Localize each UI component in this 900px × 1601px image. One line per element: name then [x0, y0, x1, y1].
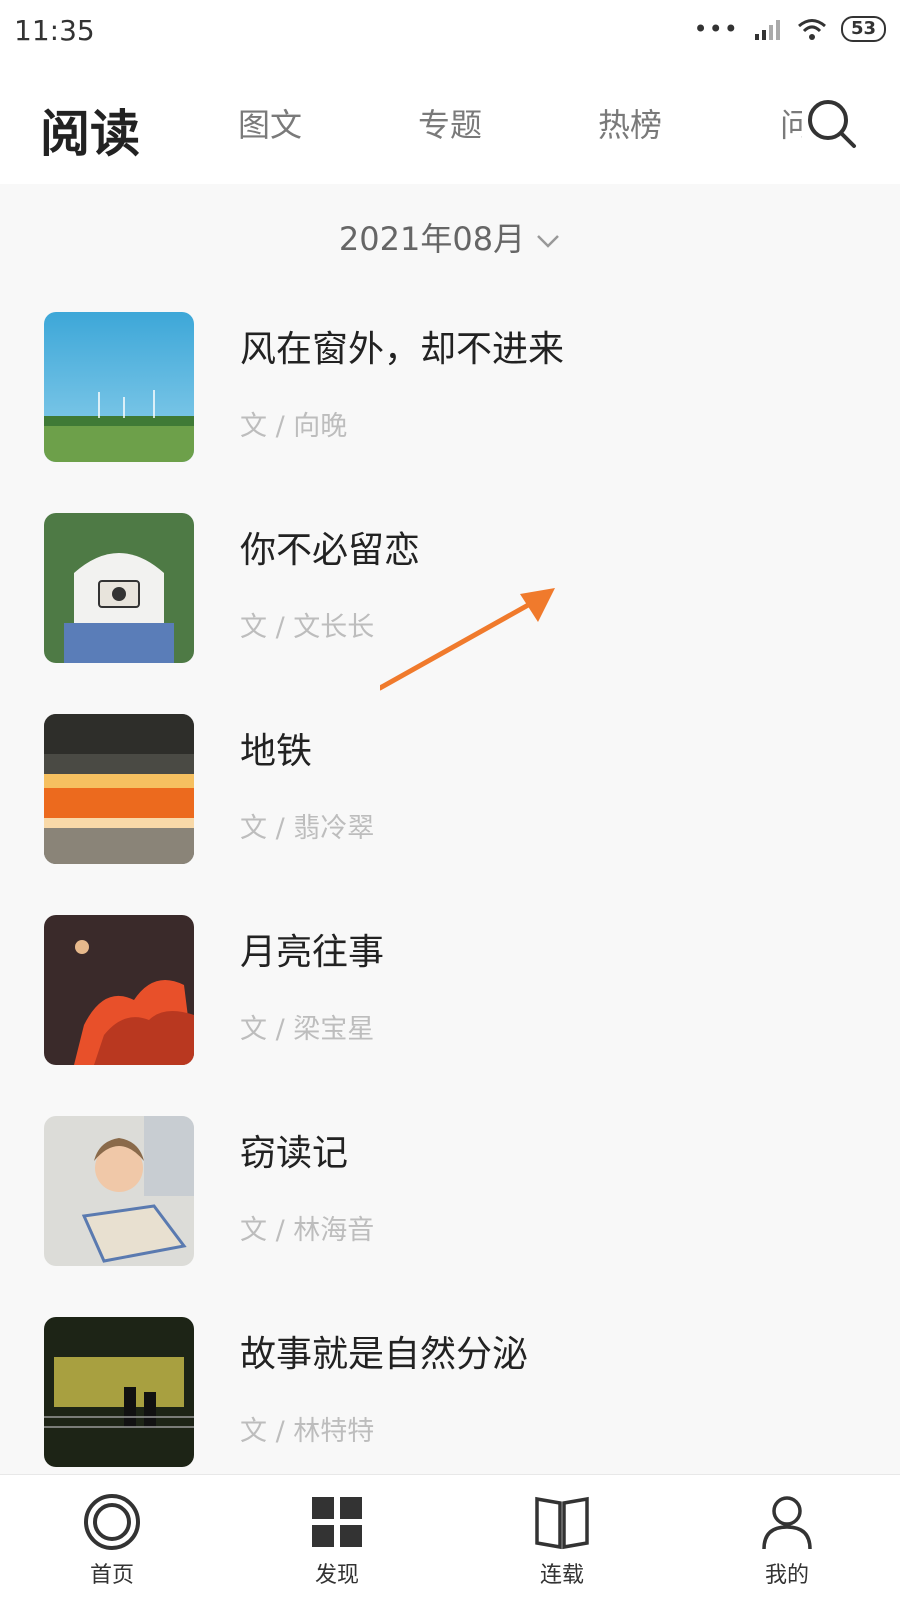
nav-series-label: 连载 [539, 1563, 584, 1588]
article-thumbnail [44, 513, 194, 663]
article-author: 文 / 向晚 [240, 411, 348, 442]
article-author: 文 / 林海音 [240, 1215, 375, 1246]
search-icon[interactable] [804, 96, 860, 152]
status-time: 11:35 [14, 14, 95, 47]
article-author: 文 / 林特特 [240, 1416, 375, 1447]
battery-indicator: 53 [840, 16, 886, 42]
book-icon [535, 1496, 589, 1550]
tab-hot[interactable]: 热榜 [598, 100, 662, 146]
tab-graphic[interactable]: 图文 [238, 100, 302, 146]
user-icon [762, 1496, 812, 1550]
nav-home[interactable]: 首页 [52, 1493, 172, 1589]
page-title: 阅读 [40, 105, 140, 163]
article-thumbnail [44, 312, 194, 462]
article-author: 文 / 翡冷翠 [240, 813, 375, 844]
article-thumbnail [44, 714, 194, 864]
article-thumbnail [44, 915, 194, 1065]
article-title: 月亮往事 [240, 932, 385, 973]
status-bar: 11:35 ••• 53 [0, 0, 900, 62]
more-dots-icon: ••• [693, 15, 739, 43]
bottom-navigation: 首页 发现 连载 我的 [0, 1474, 900, 1601]
wifi-icon [797, 19, 826, 40]
top-navigation: 阅读 图文 专题 热榜 问 [0, 62, 900, 184]
list-item[interactable]: 月亮往事 文 / 梁宝星 [0, 915, 900, 1115]
annotation-arrow-icon [380, 588, 555, 691]
nav-discover[interactable]: 发现 [277, 1493, 397, 1589]
nav-mine-label: 我的 [764, 1563, 809, 1588]
article-title: 地铁 [240, 731, 313, 772]
article-title: 窃读记 [240, 1133, 349, 1174]
article-title: 风在窗外，却不进来 [240, 329, 565, 370]
tab-topic[interactable]: 专题 [418, 100, 482, 146]
tab-qa[interactable]: 问 [780, 100, 802, 146]
signal-icon [754, 20, 780, 40]
article-author: 文 / 梁宝星 [240, 1014, 375, 1045]
nav-discover-label: 发现 [314, 1563, 359, 1588]
nav-home-label: 首页 [89, 1563, 134, 1588]
nav-series[interactable]: 连载 [502, 1493, 622, 1589]
list-item[interactable]: 地铁 文 / 翡冷翠 [0, 714, 900, 914]
article-title: 你不必留恋 [240, 530, 421, 571]
nav-mine[interactable]: 我的 [727, 1493, 847, 1589]
list-item[interactable]: 窃读记 文 / 林海音 [0, 1116, 900, 1316]
article-title: 故事就是自然分泌 [240, 1334, 529, 1375]
article-thumbnail [44, 1116, 194, 1266]
chevron-down-icon [537, 235, 559, 248]
month-label: 2021年08月 [338, 220, 526, 258]
status-icons: ••• 53 [693, 16, 886, 42]
grid-icon [312, 1497, 362, 1547]
home-ring-icon [84, 1494, 140, 1550]
article-author: 文 / 文长长 [240, 612, 375, 643]
article-thumbnail [44, 1317, 194, 1467]
month-selector[interactable]: 2021年08月 [0, 214, 900, 260]
list-item[interactable]: 风在窗外，却不进来 文 / 向晚 [0, 312, 900, 512]
article-list-area: 2021年08月 风在窗外，却不进来 文 / 向晚 你不必留恋 文 / 文长长 … [0, 184, 900, 1474]
